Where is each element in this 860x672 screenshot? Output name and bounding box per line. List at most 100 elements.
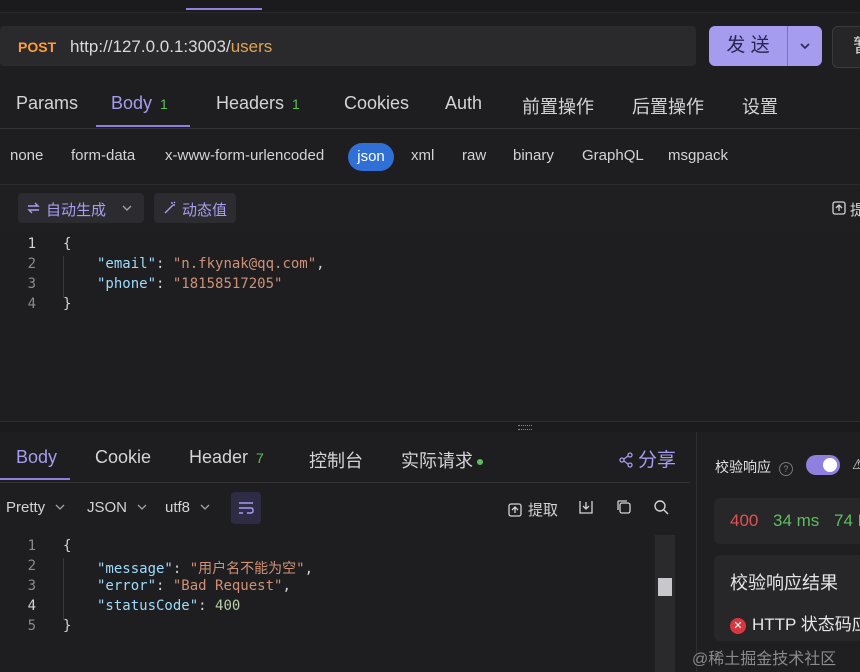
download-icon[interactable]: [578, 499, 594, 515]
json-value: "Bad Request": [172, 578, 283, 594]
response-stats: 400 34 ms 74 B: [714, 498, 860, 544]
send-button[interactable]: 发 送: [709, 26, 787, 66]
share-button[interactable]: 分享: [618, 445, 676, 472]
code-line: "error": "Bad Request",: [97, 578, 291, 594]
tab-label: 设置: [742, 97, 778, 117]
chevron-down-icon: [137, 504, 147, 510]
tab-body[interactable]: Body 1: [111, 93, 168, 114]
format-select[interactable]: JSON: [87, 499, 147, 516]
tab-pre-request[interactable]: 前置操作: [522, 93, 594, 119]
json-value: "18158517205": [172, 276, 283, 292]
body-type-urlencoded[interactable]: x-www-form-urlencoded: [165, 147, 324, 164]
extract-label: 提: [850, 202, 860, 219]
tab-post-request[interactable]: 后置操作: [632, 93, 704, 119]
format-code-button[interactable]: [231, 492, 261, 524]
url-path: users: [230, 37, 273, 56]
extract-label: 提取: [528, 502, 559, 519]
body-type-graphql[interactable]: GraphQL: [582, 147, 644, 164]
response-size: 74 B: [834, 511, 860, 530]
tab-count: 1: [160, 96, 168, 112]
extract-button[interactable]: 提: [822, 193, 860, 223]
tab-headers[interactable]: Headers 1: [216, 93, 300, 114]
body-type-form-data[interactable]: form-data: [71, 147, 135, 164]
send-options-button[interactable]: [787, 26, 822, 66]
chevron-down-icon: [55, 504, 65, 510]
format-value: JSON: [87, 499, 128, 516]
line-number: 2: [27, 256, 36, 272]
response-tab-console[interactable]: 控制台: [309, 447, 363, 473]
help-icon[interactable]: ?: [778, 462, 793, 476]
code-line: "email": "n.fkynak@qq.com",: [97, 256, 325, 272]
body-type-none[interactable]: none: [10, 147, 43, 164]
scrollbar-thumb[interactable]: [658, 578, 672, 596]
status-code: 400: [730, 511, 759, 530]
search-icon[interactable]: [653, 499, 669, 515]
save-label: 暂: [853, 36, 860, 57]
json-sep: :: [156, 276, 173, 292]
body-type-binary[interactable]: binary: [513, 147, 554, 164]
code-line: "phone": "18158517205": [97, 276, 282, 292]
json-value: "用户名不能为空": [189, 561, 305, 577]
share-label: 分享: [638, 450, 677, 471]
toggle-knob: [823, 458, 837, 472]
response-tab-header[interactable]: Header 7: [189, 447, 264, 468]
dynamic-value-button[interactable]: 动态值: [154, 193, 236, 223]
json-sep: :: [156, 256, 173, 272]
code-line: }: [63, 296, 72, 312]
response-time: 34 ms: [773, 511, 820, 530]
encoding-value: utf8: [165, 499, 191, 516]
line-number: 4: [27, 296, 36, 312]
warning-icon: ⚠: [852, 456, 860, 472]
extract-icon: [832, 201, 846, 215]
line-number: 4: [27, 598, 36, 614]
scrollbar-track[interactable]: [655, 535, 675, 672]
watermark: @稀土掘金技术社区: [692, 651, 837, 668]
tab-auth[interactable]: Auth: [445, 93, 482, 114]
validate-response-toggle[interactable]: [806, 455, 840, 475]
auto-generate-button[interactable]: 自动生成: [18, 193, 144, 223]
save-button[interactable]: 暂: [832, 26, 860, 68]
tab-label: Body: [111, 93, 153, 113]
json-key: "phone": [97, 276, 157, 292]
validation-result-item: ✕ HTTP 状态码应: [730, 610, 860, 635]
tab-settings[interactable]: 设置: [742, 93, 778, 119]
view-mode-select[interactable]: Pretty: [6, 499, 65, 516]
json-sep: :: [172, 561, 190, 577]
tab-params[interactable]: Params: [16, 93, 78, 114]
dynamic-value-label: 动态值: [182, 202, 228, 219]
body-type-msgpack[interactable]: msgpack: [668, 147, 728, 164]
grip-icon: [518, 425, 532, 430]
json-key: "message": [97, 561, 173, 577]
tab-label: 实际请求: [401, 451, 473, 471]
body-type-raw[interactable]: raw: [462, 147, 486, 164]
response-tab-body[interactable]: Body: [16, 447, 57, 468]
json-tail: ,: [316, 256, 325, 272]
body-type-json[interactable]: json: [348, 143, 394, 171]
active-tab-underline: [0, 478, 70, 480]
status-dot: [477, 459, 483, 466]
magic-wand-icon: [164, 201, 176, 214]
encoding-select[interactable]: utf8: [165, 499, 210, 516]
json-key: "statusCode": [97, 598, 199, 614]
error-icon: ✕: [730, 617, 746, 634]
code-line: }: [63, 618, 72, 634]
tab-label: Headers: [216, 93, 285, 113]
response-tab-cookie[interactable]: Cookie: [95, 447, 151, 468]
url-input[interactable]: http://127.0.0.1:3003/users: [70, 37, 272, 57]
http-method[interactable]: POST: [18, 39, 56, 55]
tab-cookies[interactable]: Cookies: [344, 93, 409, 114]
copy-icon[interactable]: [616, 499, 632, 515]
tab-label: 后置操作: [632, 97, 704, 117]
code-line: {: [63, 236, 72, 252]
body-type-xml[interactable]: xml: [411, 147, 434, 164]
response-tab-actual-request[interactable]: 实际请求: [401, 447, 483, 473]
panel-splitter[interactable]: [0, 421, 860, 432]
share-icon: [619, 452, 633, 468]
json-key: "email": [97, 256, 157, 272]
line-number: 1: [27, 236, 36, 252]
extract-icon: [508, 503, 522, 517]
extract-response-button[interactable]: 提取: [508, 499, 558, 520]
json-value: "n.fkynak@qq.com": [172, 256, 317, 272]
active-tab-underline: [96, 125, 190, 127]
wrap-lines-icon: [239, 502, 254, 514]
